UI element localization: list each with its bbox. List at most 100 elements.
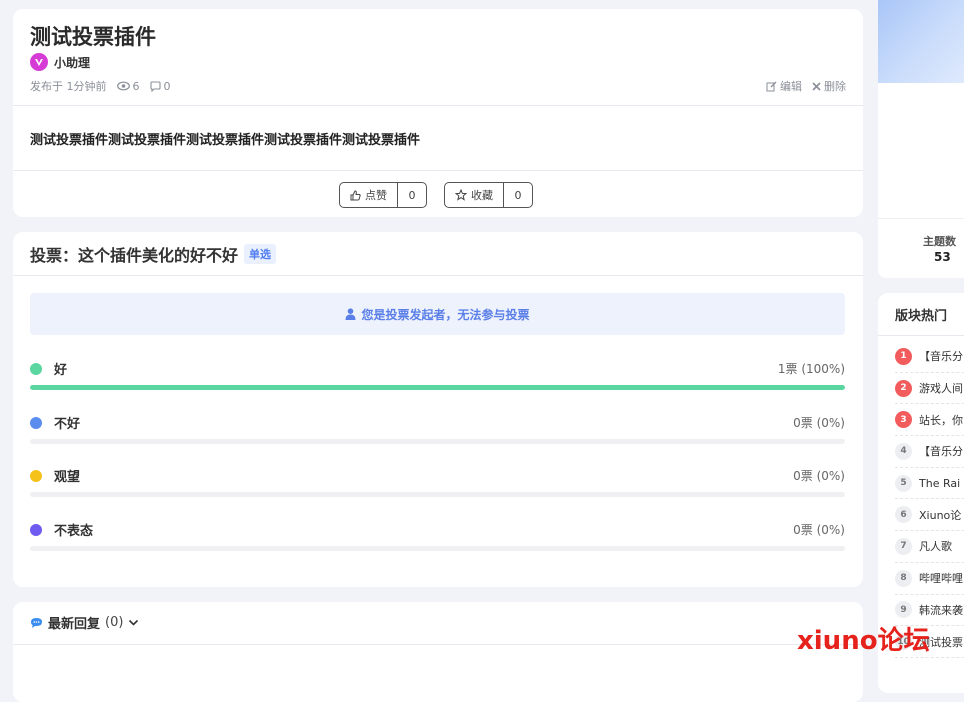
post-actions: 编辑 删除 [766,78,846,94]
chat-icon [31,617,42,628]
divider [13,170,863,171]
option-bar [30,385,845,390]
option-bar [30,546,845,551]
divider [13,275,863,276]
topic-count-label: 主题数 [923,235,956,248]
edit-button[interactable]: 编辑 [766,78,802,94]
view-count-value: 6 [132,79,140,93]
like-count: 0 [408,188,416,202]
favorite-label: 收藏 [471,189,493,202]
divider [878,335,964,336]
hot-thread-title: 【音乐分 [919,350,963,364]
avatar[interactable] [30,53,48,71]
favorite-button[interactable]: 收藏 0 [444,182,533,208]
topic-count-value: 53 [934,250,951,264]
thumbs-up-icon [350,189,361,200]
comment-icon [149,80,161,92]
hot-threads-list: 1 【音乐分 2 游戏人间 3 站长，你 4 【音乐分 5 The Rai 6 Xiuno论 7 凡人歌 8… [895,341,964,658]
post-meta: 发布于 1分钟前 6 0 [30,78,171,94]
option-dot [30,362,42,375]
published-time: 发布于 1分钟前 [30,80,107,93]
hot-thread-title: 游戏人间 [919,382,963,396]
forum-info-card: 主题数 53 [878,0,964,278]
rank-badge: 9 [895,601,912,619]
option-bar [30,439,845,444]
forum-banner-image [878,0,964,83]
hot-thread-item[interactable]: 6 Xiuno论 [895,499,964,532]
divider [13,105,863,106]
author-name[interactable]: 小助理 [54,54,90,71]
delete-label: 删除 [824,80,846,93]
option-count: 1票 (100%) [777,362,845,376]
option-bar-fill [30,385,845,390]
post-content: 测试投票插件测试投票插件测试投票插件测试投票插件测试投票插件 [30,133,421,148]
hot-thread-title: 凡人歌 [919,540,952,554]
option-label: 好 [54,363,68,378]
hot-thread-item[interactable]: 5 The Rai [895,468,964,500]
delete-button[interactable]: 删除 [812,78,846,94]
poll-option: 不好 0票 (0%) [30,413,845,444]
chevron-down-icon [129,619,139,626]
hot-thread-title: 【音乐分 [919,445,963,459]
poll-option: 不表态 0票 (0%) [30,520,845,551]
option-dot [30,416,42,429]
rank-badge: 2 [895,379,912,397]
post-card: 测试投票插件 小助理 发布于 1分钟前 6 0 编辑 删除 测试投票插件测试投票… [13,9,863,217]
author-row: 小助理 [30,53,90,71]
user-icon [345,308,356,320]
poll-title: 投票：这个插件美化的好不好 [30,246,239,265]
close-icon [812,81,821,91]
edit-icon [766,81,777,91]
replies-card: 最新回复 (0) [13,602,863,702]
option-dot [30,523,42,536]
hot-thread-item[interactable]: 2 游戏人间 [895,373,964,405]
poll-option: 观望 0票 (0%) [30,466,845,497]
replies-toggle[interactable]: 最新回复 (0) [30,613,139,632]
replies-count: (0) [105,615,124,630]
rank-badge: 3 [895,411,912,429]
rank-badge: 7 [895,537,912,555]
view-count: 6 [116,79,140,93]
replies-title: 最新回复 [48,617,101,632]
hot-threads-title: 版块热门 [895,309,948,324]
favorite-label-wrap: 收藏 [445,183,504,207]
option-bar [30,492,845,497]
hot-thread-title: Xiuno论 [919,508,962,522]
option-count: 0票 (0%) [793,523,845,537]
hot-thread-item[interactable]: 4 【音乐分 [895,436,964,468]
poll-notice-text: 您是投票发起者，无法参与投票 [361,307,530,322]
poll-option: 好 1票 (100%) [30,359,845,390]
rank-badge: 4 [895,442,912,460]
poll-card: 投票：这个插件美化的好不好 单选 您是投票发起者，无法参与投票 好 1票 (10… [13,232,863,587]
like-label-wrap: 点赞 [340,183,398,207]
option-dot [30,469,42,482]
star-icon [455,189,467,201]
option-label: 不好 [54,417,81,432]
rank-badge: 8 [895,569,912,587]
favorite-count: 0 [514,188,522,202]
option-label: 观望 [54,470,81,485]
poll-mode-badge: 单选 [244,244,277,264]
eye-icon [116,81,130,91]
edit-label: 编辑 [780,80,802,93]
hot-thread-title: 站长，你 [919,413,963,427]
rank-badge: 6 [895,506,912,524]
site-watermark: xiuno论坛 [797,626,930,656]
divider [13,644,863,645]
comment-count: 0 [149,80,171,93]
like-label: 点赞 [365,189,387,202]
hot-thread-item[interactable]: 7 凡人歌 [895,531,964,563]
rank-badge: 1 [895,347,912,365]
hot-thread-item[interactable]: 3 站长，你 [895,404,964,437]
poll-notice: 您是投票发起者，无法参与投票 [30,293,845,335]
divider [878,218,964,219]
like-button[interactable]: 点赞 0 [339,182,427,208]
hot-thread-item[interactable]: 1 【音乐分 [895,341,964,373]
option-count: 0票 (0%) [793,416,845,430]
rank-badge: 5 [895,474,912,492]
avatar-icon [35,59,43,66]
option-label: 不表态 [54,524,94,539]
hot-thread-item[interactable]: 8 哔哩哔哩 [895,563,964,595]
hot-thread-title: 韩流来袭 [919,603,963,617]
option-count: 0票 (0%) [793,469,845,483]
